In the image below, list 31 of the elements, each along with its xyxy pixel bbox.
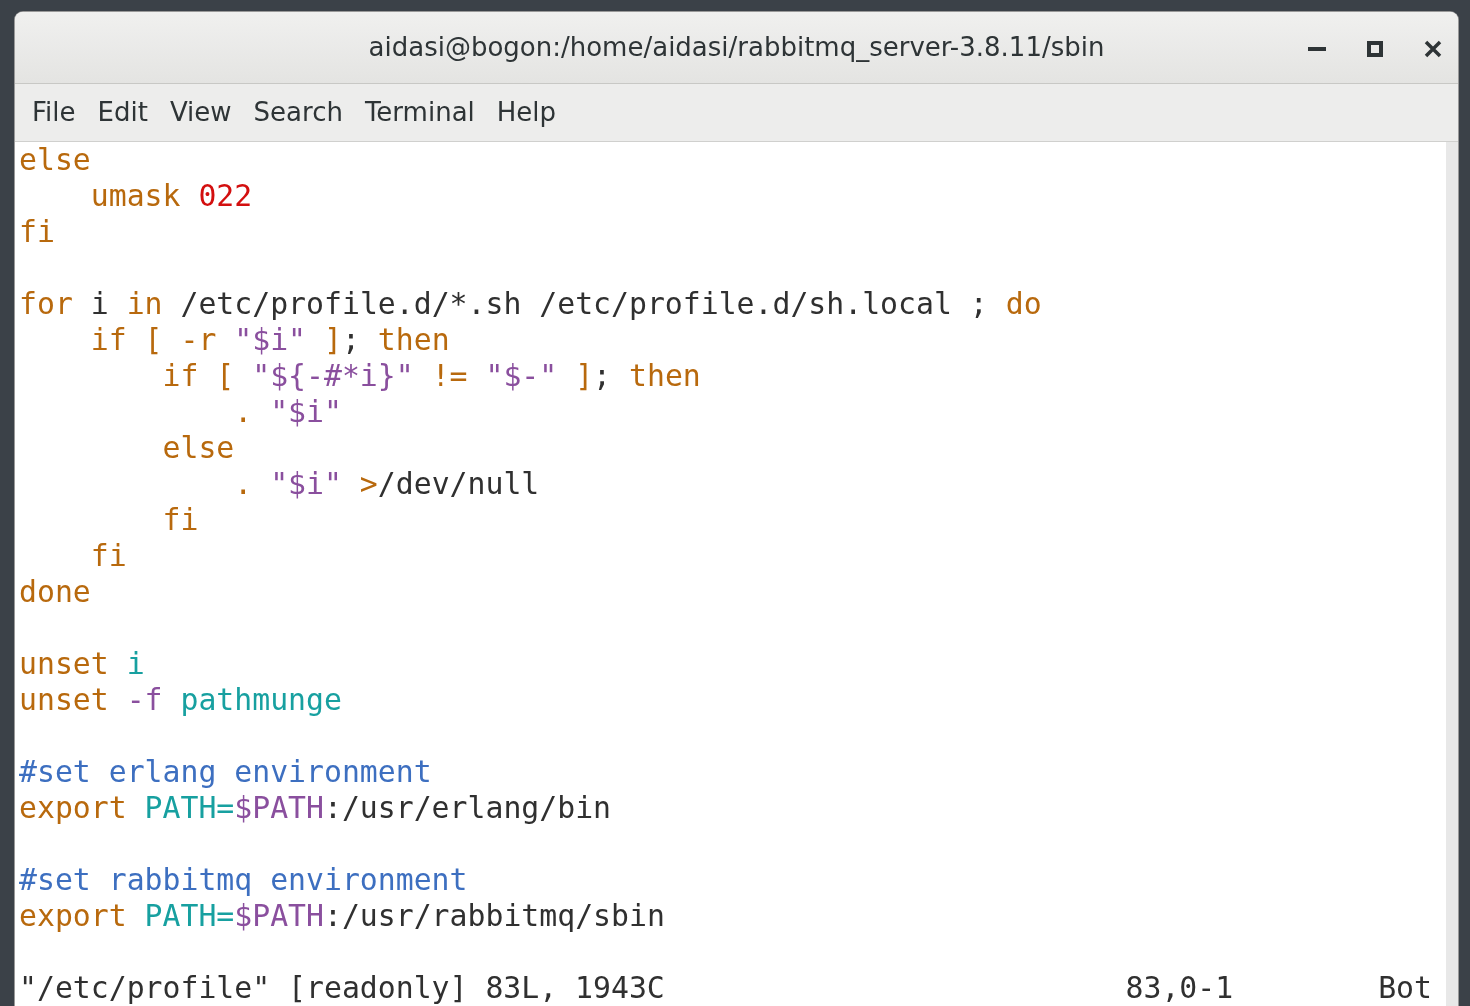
menu-item[interactable]: Edit (86, 93, 159, 132)
code-line: for i in /etc/profile.d/*.sh /etc/profile.d/sh.local ; do (19, 286, 1042, 322)
code-line: unset -f pathmunge (19, 682, 342, 718)
code-line: unset i (19, 646, 145, 682)
code-line: #set erlang environment (19, 754, 432, 790)
code-line: fi (161, 502, 199, 538)
window-title: aidasi@bogon:/home/aidasi/rabbitmq_server-3.8.11/sbin (368, 31, 1105, 64)
status-message: "/etc/profile" [readonly] 83L, 1943C (19, 970, 665, 1006)
cursor-position: 83,0-1 (1125, 970, 1234, 1006)
menu-item[interactable]: Search (242, 93, 354, 132)
code-line: umask 022 (89, 178, 253, 214)
menu-item[interactable]: File (21, 93, 87, 132)
menu-item[interactable]: View (158, 93, 243, 132)
maximize-icon (1367, 41, 1383, 57)
code-line: done (19, 574, 91, 610)
code-line: else (161, 430, 235, 466)
code-line: if [ -r "$i" ]; then (89, 322, 450, 358)
code-line: . "$i" >/dev/null (233, 466, 540, 502)
code-line: #set rabbitmq environment (19, 862, 468, 898)
code-line: if [ "${-#*i}" != "$-" ]; then (161, 358, 701, 394)
menu-item[interactable]: Help (485, 93, 568, 132)
code-line: . "$i" (233, 394, 342, 430)
code-line: fi (89, 538, 127, 574)
menu-item[interactable]: Terminal (353, 93, 486, 132)
code-line: export PATH=$PATH:/usr/rabbitmq/sbin (19, 898, 665, 934)
code-line: else (19, 142, 91, 178)
scroll-position: Bot (1378, 970, 1432, 1006)
minimize-icon (1308, 47, 1326, 51)
code-line: export PATH=$PATH:/usr/erlang/bin (19, 790, 611, 826)
close-icon (1424, 40, 1442, 58)
code-line: fi (19, 214, 55, 250)
